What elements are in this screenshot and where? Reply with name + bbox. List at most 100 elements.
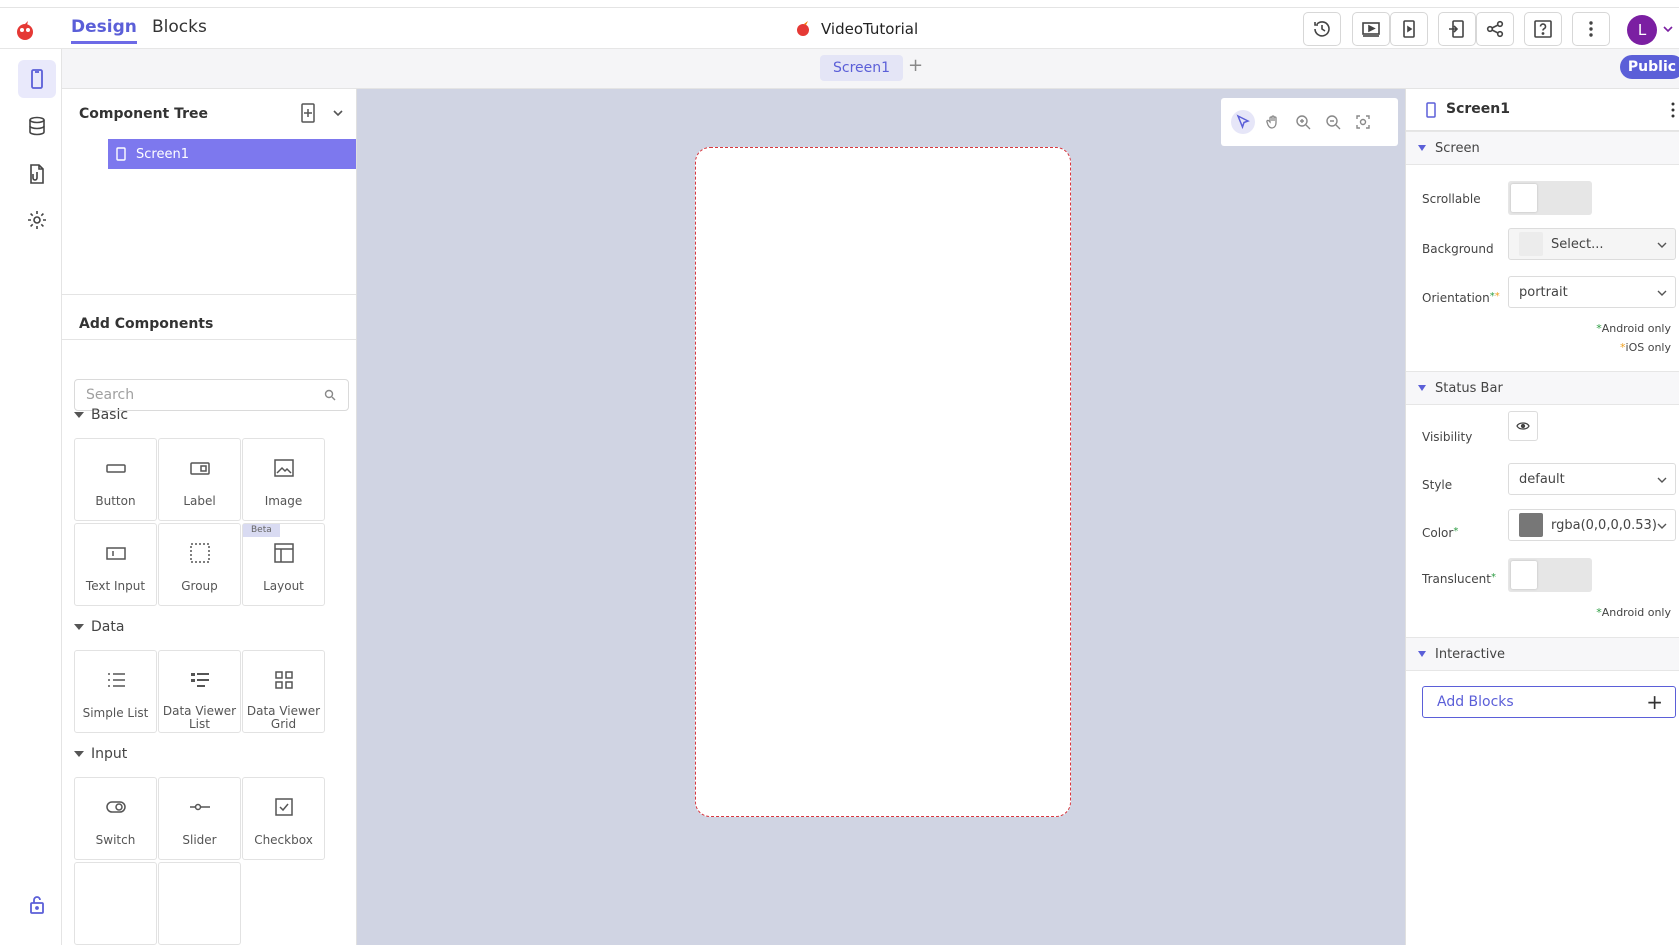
component-tile-partial[interactable] <box>158 862 241 945</box>
component-data-viewer-list[interactable]: Data Viewer List <box>158 650 241 733</box>
chevron-down-icon <box>1657 290 1667 296</box>
caret-down-icon <box>1418 145 1426 151</box>
zoom-in-icon <box>1296 115 1311 130</box>
avatar-chevron-down-icon[interactable] <box>1662 23 1674 35</box>
group-icon <box>190 543 210 563</box>
color-value: rgba(0,0,0,0.53) <box>1551 517 1657 533</box>
chevron-down-icon <box>1657 242 1667 248</box>
more-options-button[interactable] <box>1572 12 1610 46</box>
chevron-down-icon <box>1657 523 1667 529</box>
section-status-bar[interactable]: Status Bar <box>1406 371 1679 405</box>
rail-lock-button[interactable] <box>18 885 56 923</box>
orientation-select[interactable]: portrait <box>1508 276 1676 308</box>
list-icon <box>108 673 125 687</box>
screen-tab-screen1[interactable]: Screen1 <box>820 55 904 81</box>
public-badge[interactable]: Public <box>1620 55 1679 79</box>
tab-design[interactable]: Design <box>71 17 137 44</box>
category-input[interactable]: Input <box>74 746 127 762</box>
style-select[interactable]: default <box>1508 463 1676 495</box>
component-checkbox[interactable]: Checkbox <box>242 777 325 860</box>
preview-icon <box>1362 22 1380 37</box>
preview-button[interactable] <box>1352 12 1390 46</box>
eye-icon <box>1516 422 1530 430</box>
label-icon <box>190 462 210 475</box>
pan-tool-button[interactable] <box>1261 110 1285 134</box>
component-button[interactable]: Button <box>74 438 157 521</box>
section-label: Status Bar <box>1435 380 1503 396</box>
more-vertical-icon[interactable] <box>1670 101 1676 119</box>
rail-design-button[interactable] <box>18 60 56 98</box>
zoom-out-button[interactable] <box>1321 110 1345 134</box>
add-blocks-button[interactable]: Add Blocks + <box>1422 686 1676 718</box>
screen-tab-bar: Screen1 + Public <box>62 49 1679 89</box>
orientation-value: portrait <box>1519 284 1568 300</box>
visibility-toggle[interactable] <box>1508 411 1538 441</box>
category-label: Input <box>91 746 128 762</box>
panel-divider <box>62 294 356 295</box>
device-preview-icon <box>1403 20 1415 38</box>
phone-screen-preview[interactable] <box>695 147 1071 817</box>
section-interactive[interactable]: Interactive <box>1406 637 1679 671</box>
category-data[interactable]: Data <box>74 619 124 635</box>
tile-label: Checkbox <box>254 833 313 847</box>
toggle-knob <box>1511 184 1537 212</box>
switch-icon <box>106 801 126 813</box>
ios-marker: * <box>1494 291 1500 302</box>
tile-label: Data Viewer Grid <box>246 704 321 731</box>
help-button[interactable] <box>1524 12 1562 46</box>
tab-blocks[interactable]: Blocks <box>152 17 207 37</box>
component-label[interactable]: Label <box>158 438 241 521</box>
category-label: Basic <box>91 407 129 423</box>
app-logo-icon[interactable] <box>14 20 36 42</box>
tree-item-screen1[interactable]: Screen1 <box>108 139 356 169</box>
fit-screen-button[interactable] <box>1351 110 1375 134</box>
component-switch[interactable]: Switch <box>74 777 157 860</box>
canvas-toolbar <box>1221 98 1398 146</box>
component-layout[interactable]: Beta Layout <box>242 523 325 606</box>
android-only-note: *Android only <box>1596 322 1671 335</box>
caret-down-icon <box>1418 651 1426 657</box>
background-select[interactable]: Select... <box>1508 228 1676 260</box>
note-text: Android only <box>1601 322 1671 335</box>
tile-label: Data Viewer List <box>162 704 237 731</box>
color-select[interactable]: rgba(0,0,0,0.53) <box>1508 509 1676 541</box>
style-label: Style <box>1422 478 1453 492</box>
section-label: Interactive <box>1435 646 1506 662</box>
tile-label: Slider <box>182 833 217 847</box>
tree-chevron-down-icon[interactable] <box>332 107 344 119</box>
component-group[interactable]: Group <box>158 523 241 606</box>
tile-label: Simple List <box>82 706 149 720</box>
component-image[interactable]: Image <box>242 438 325 521</box>
caret-down-icon <box>1418 385 1426 391</box>
section-screen[interactable]: Screen <box>1406 131 1679 165</box>
component-text-input[interactable]: Text Input <box>74 523 157 606</box>
zoom-in-button[interactable] <box>1291 110 1315 134</box>
category-basic[interactable]: Basic <box>74 407 128 423</box>
history-button[interactable] <box>1303 12 1341 46</box>
component-simple-list[interactable]: Simple List <box>74 650 157 733</box>
translucent-toggle[interactable] <box>1508 558 1592 592</box>
export-button[interactable] <box>1438 12 1476 46</box>
rail-assets-button[interactable] <box>18 155 56 193</box>
add-screen-button[interactable]: + <box>908 55 923 76</box>
tile-label: Layout <box>263 579 304 593</box>
android-marker: * <box>1453 526 1459 537</box>
rail-data-button[interactable] <box>18 107 56 145</box>
component-slider[interactable]: Slider <box>158 777 241 860</box>
design-canvas[interactable] <box>357 89 1405 945</box>
pointer-tool-button[interactable] <box>1231 110 1255 134</box>
component-tile-partial[interactable] <box>74 862 157 945</box>
component-data-viewer-grid[interactable]: Data Viewer Grid <box>242 650 325 733</box>
add-screen-icon[interactable] <box>299 103 317 123</box>
hand-icon <box>1266 115 1277 129</box>
share-button[interactable] <box>1476 12 1514 46</box>
rail-settings-button[interactable] <box>18 201 56 239</box>
user-avatar[interactable]: L <box>1627 15 1657 45</box>
scrollable-toggle[interactable] <box>1508 181 1592 215</box>
grid-icon <box>275 671 293 689</box>
project-logo-icon <box>797 21 809 36</box>
device-preview-button[interactable] <box>1390 12 1428 46</box>
android-marker: * <box>1490 572 1496 583</box>
color-label: Color* <box>1422 526 1458 540</box>
tile-label: Text Input <box>85 579 146 593</box>
